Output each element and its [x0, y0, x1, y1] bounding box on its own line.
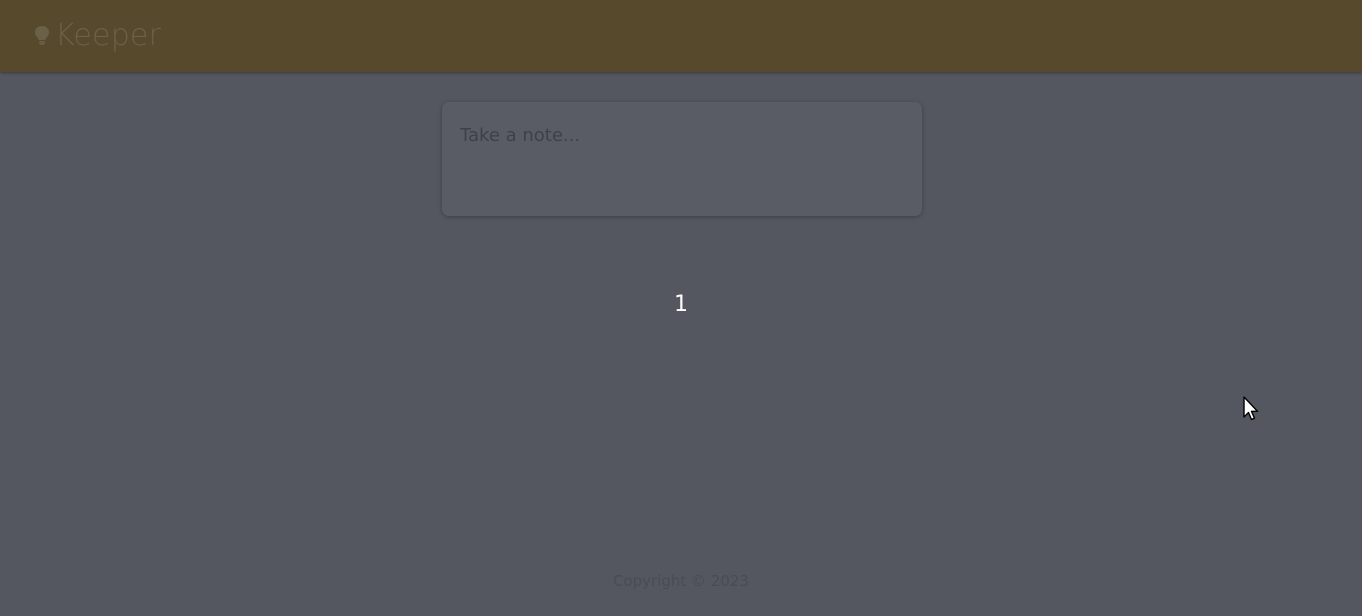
app-title: Keeper: [55, 17, 162, 53]
brand: Keeper: [33, 15, 161, 55]
footer-copyright: Copyright © 2023: [612, 572, 749, 590]
app-header: Keeper: [0, 0, 1362, 72]
note-content-input[interactable]: [460, 120, 900, 150]
mouse-pointer-icon: [1242, 396, 1260, 422]
create-note-form: [442, 102, 922, 216]
lightbulb-icon: [33, 25, 51, 45]
note-counter: 1: [674, 292, 688, 317]
